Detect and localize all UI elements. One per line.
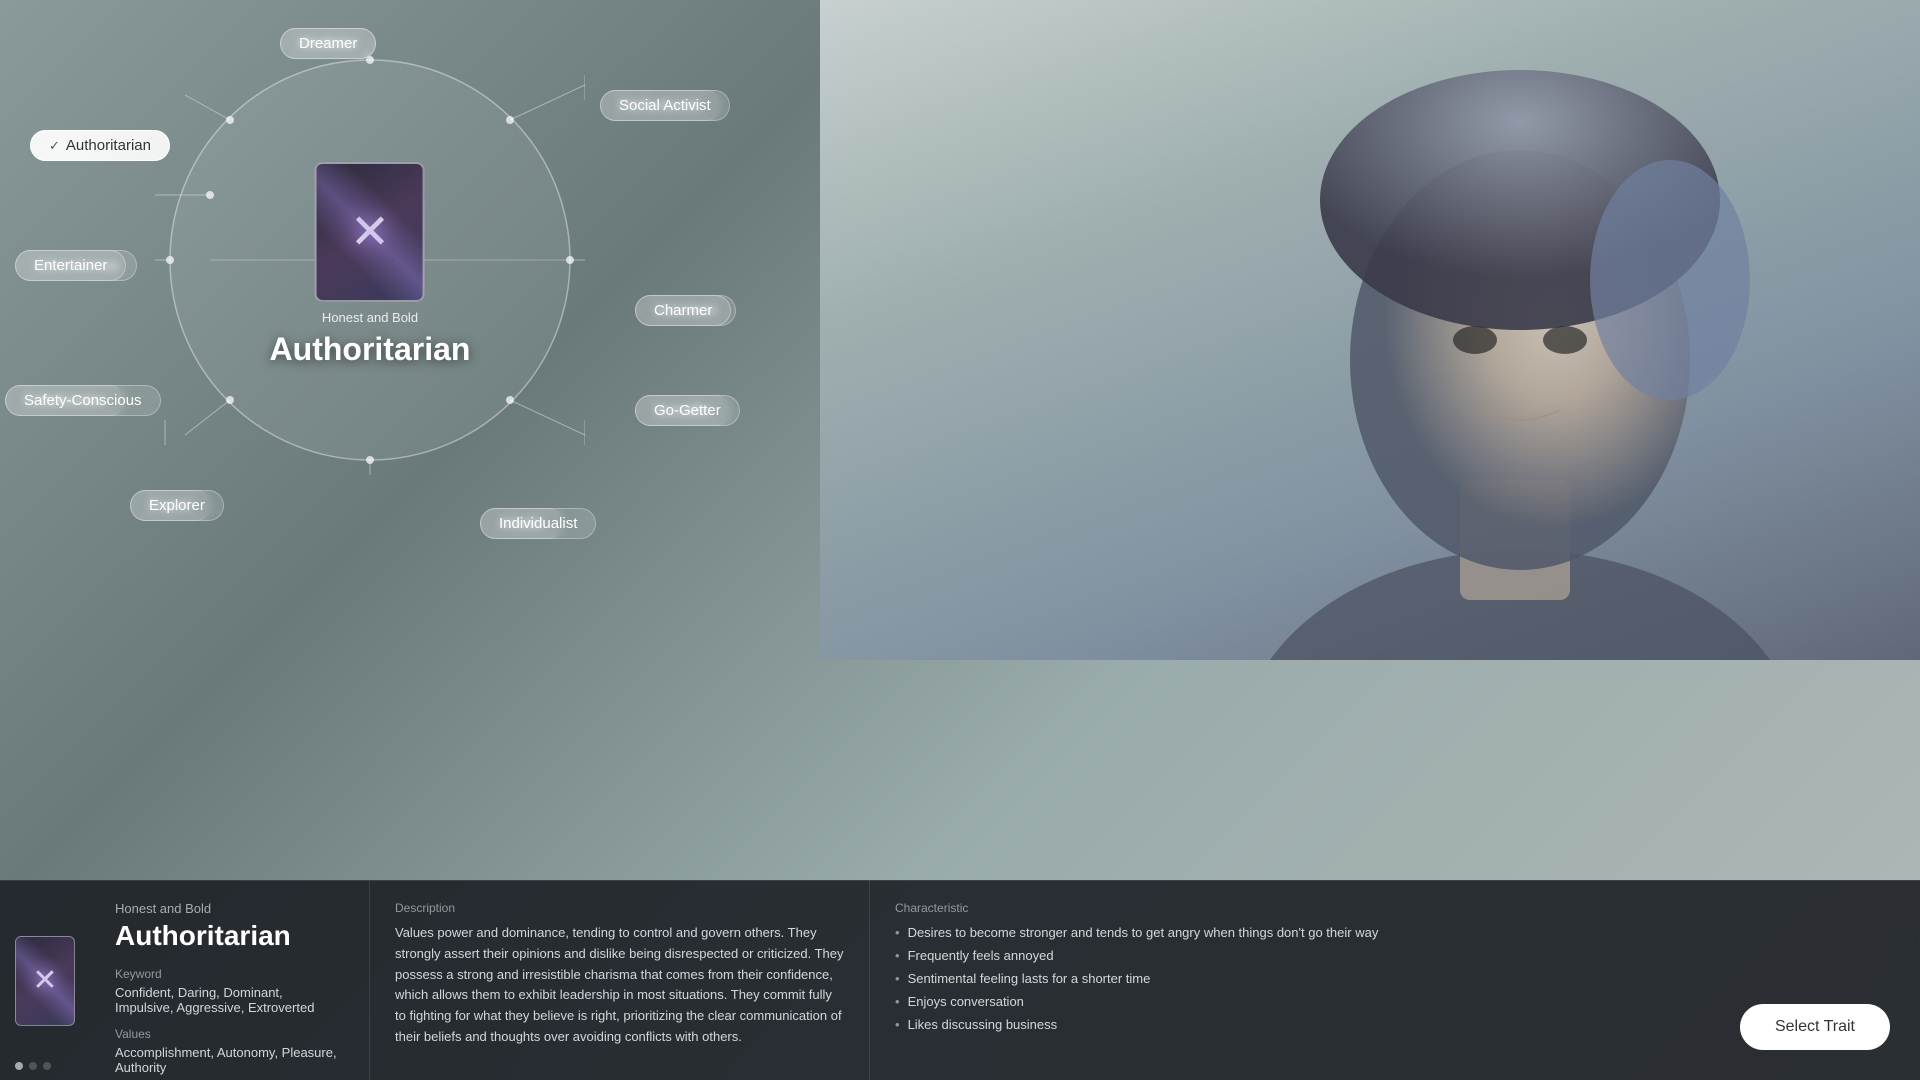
characteristic-item: • Frequently feels annoyed bbox=[895, 948, 1895, 963]
info-subtitle: Honest and Bold bbox=[115, 901, 344, 916]
trait-map: ✕ Honest and Bold Authoritarian Mediator… bbox=[0, 0, 820, 660]
portrait-svg bbox=[820, 0, 1920, 660]
keyword-value: Confident, Daring, Dominant, Impulsive, … bbox=[115, 985, 344, 1015]
char-text: Enjoys conversation bbox=[908, 994, 1024, 1009]
char-bullet: • bbox=[895, 948, 900, 963]
card-main-title: Authoritarian bbox=[270, 331, 471, 368]
trait-node-go-getter[interactable]: Go-Getter bbox=[635, 395, 740, 426]
info-card-image: ✕ bbox=[15, 936, 75, 1026]
trait-node-charmer[interactable]: Charmer bbox=[635, 295, 731, 326]
trait-node-individualist[interactable]: Individualist bbox=[480, 508, 596, 539]
info-card-symbol: ✕ bbox=[32, 963, 57, 998]
characteristic-item: • Enjoys conversation bbox=[895, 994, 1895, 1009]
select-trait-button[interactable]: Select Trait bbox=[1740, 1004, 1890, 1050]
trait-node-safety-conscious[interactable]: Safety-Conscious bbox=[5, 385, 161, 416]
panel-dots bbox=[15, 1062, 51, 1070]
dot-2 bbox=[29, 1062, 37, 1070]
char-text: Sentimental feeling lasts for a shorter … bbox=[908, 971, 1151, 986]
dot-3 bbox=[43, 1062, 51, 1070]
info-title: Authoritarian bbox=[115, 920, 344, 952]
center-card: ✕ Honest and Bold Authoritarian bbox=[270, 162, 471, 368]
characteristic-label: Characteristic bbox=[895, 901, 1895, 915]
trait-node-social-activist[interactable]: Social Activist bbox=[600, 90, 730, 121]
info-card-preview: ✕ bbox=[0, 881, 90, 1080]
trait-node-entertainer[interactable]: Entertainer bbox=[15, 250, 126, 281]
info-main-section: Honest and Bold Authoritarian Keyword Co… bbox=[90, 881, 370, 1080]
card-image: ✕ bbox=[315, 162, 425, 302]
character-portrait bbox=[820, 0, 1920, 660]
description-text: Values power and dominance, tending to c… bbox=[395, 923, 844, 1048]
values-label: Values bbox=[115, 1027, 344, 1041]
card-symbol: ✕ bbox=[350, 204, 390, 260]
trait-node-explorer[interactable]: Explorer bbox=[130, 490, 224, 521]
card-subtitle: Honest and Bold bbox=[270, 310, 471, 325]
char-bullet: • bbox=[895, 925, 900, 940]
dot-1 bbox=[15, 1062, 23, 1070]
characteristic-item: • Sentimental feeling lasts for a shorter… bbox=[895, 971, 1895, 986]
info-description-section: Description Values power and dominance, … bbox=[370, 881, 870, 1080]
info-panel: ✕ Honest and Bold Authoritarian Keyword … bbox=[0, 880, 1920, 1080]
description-label: Description bbox=[395, 901, 844, 915]
char-bullet: • bbox=[895, 994, 900, 1009]
char-bullet: • bbox=[895, 971, 900, 986]
keyword-label: Keyword bbox=[115, 967, 344, 981]
trait-node-authoritarian[interactable]: Authoritarian bbox=[30, 130, 170, 161]
char-text: Frequently feels annoyed bbox=[908, 948, 1054, 963]
info-characteristics-section: Characteristic • Desires to become strong… bbox=[870, 881, 1920, 1080]
char-text: Desires to become stronger and tends to … bbox=[908, 925, 1379, 940]
char-bullet: • bbox=[895, 1017, 900, 1032]
char-text: Likes discussing business bbox=[908, 1017, 1058, 1032]
values-value: Accomplishment, Autonomy, Pleasure, Auth… bbox=[115, 1045, 344, 1075]
trait-node-dreamer[interactable]: Dreamer bbox=[280, 28, 376, 59]
characteristic-item: • Desires to become stronger and tends to… bbox=[895, 925, 1895, 940]
